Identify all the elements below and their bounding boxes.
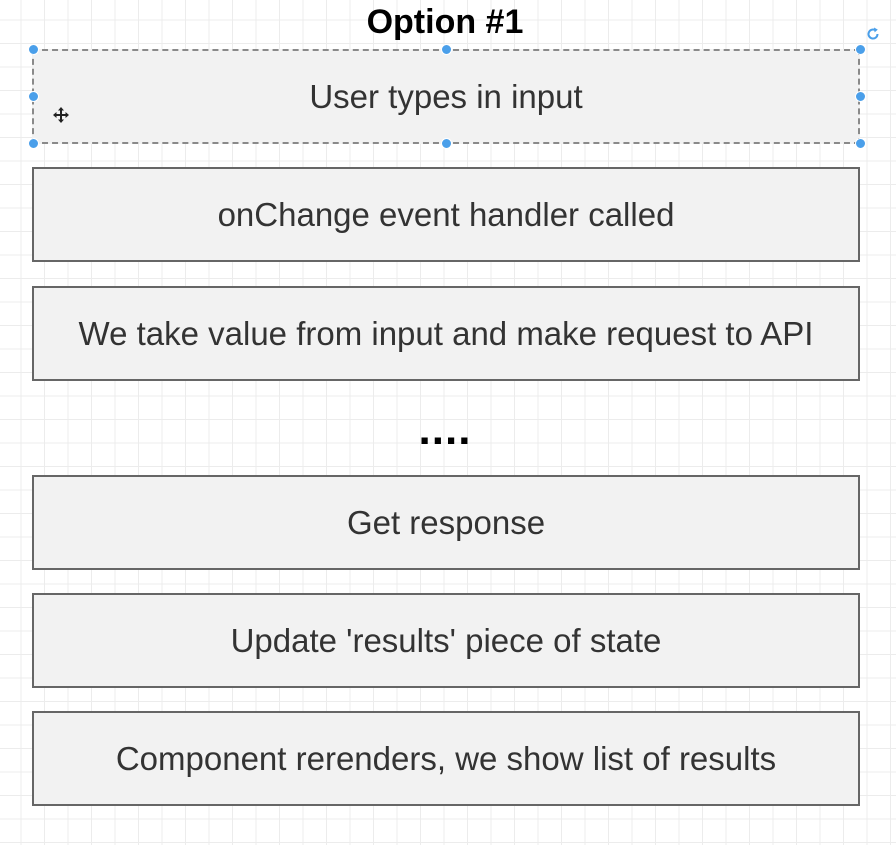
step-box-onchange[interactable]: onChange event handler called xyxy=(32,167,860,262)
diagram-title: Option #1 xyxy=(366,3,524,41)
step-label: onChange event handler called xyxy=(217,195,675,233)
step-box-user-types[interactable]: User types in input xyxy=(32,49,860,144)
step-label: User types in input xyxy=(309,77,583,115)
step-label: Component rerenders, we show list of res… xyxy=(115,739,777,777)
ellipsis-text: .... xyxy=(418,405,472,454)
step-label: Get response xyxy=(346,503,546,541)
resize-handle-top-left[interactable] xyxy=(28,44,39,55)
rotate-icon[interactable] xyxy=(865,26,881,42)
step-label: Update 'results' piece of state xyxy=(230,621,662,659)
resize-handle-top[interactable] xyxy=(441,44,452,55)
step-box-get-response[interactable]: Get response xyxy=(32,475,860,570)
resize-handle-top-right[interactable] xyxy=(855,44,866,55)
resize-handle-right[interactable] xyxy=(855,91,866,102)
resize-handle-left[interactable] xyxy=(28,91,39,102)
step-label: We take value from input and make reques… xyxy=(78,314,814,352)
step-box-update-state[interactable]: Update 'results' piece of state xyxy=(32,593,860,688)
step-box-request-api[interactable]: We take value from input and make reques… xyxy=(32,286,860,381)
resize-handle-bottom[interactable] xyxy=(441,138,452,149)
resize-handle-bottom-right[interactable] xyxy=(855,138,866,149)
step-box-component-rerenders[interactable]: Component rerenders, we show list of res… xyxy=(32,711,860,806)
move-cursor-icon xyxy=(53,107,69,123)
resize-handle-bottom-left[interactable] xyxy=(28,138,39,149)
